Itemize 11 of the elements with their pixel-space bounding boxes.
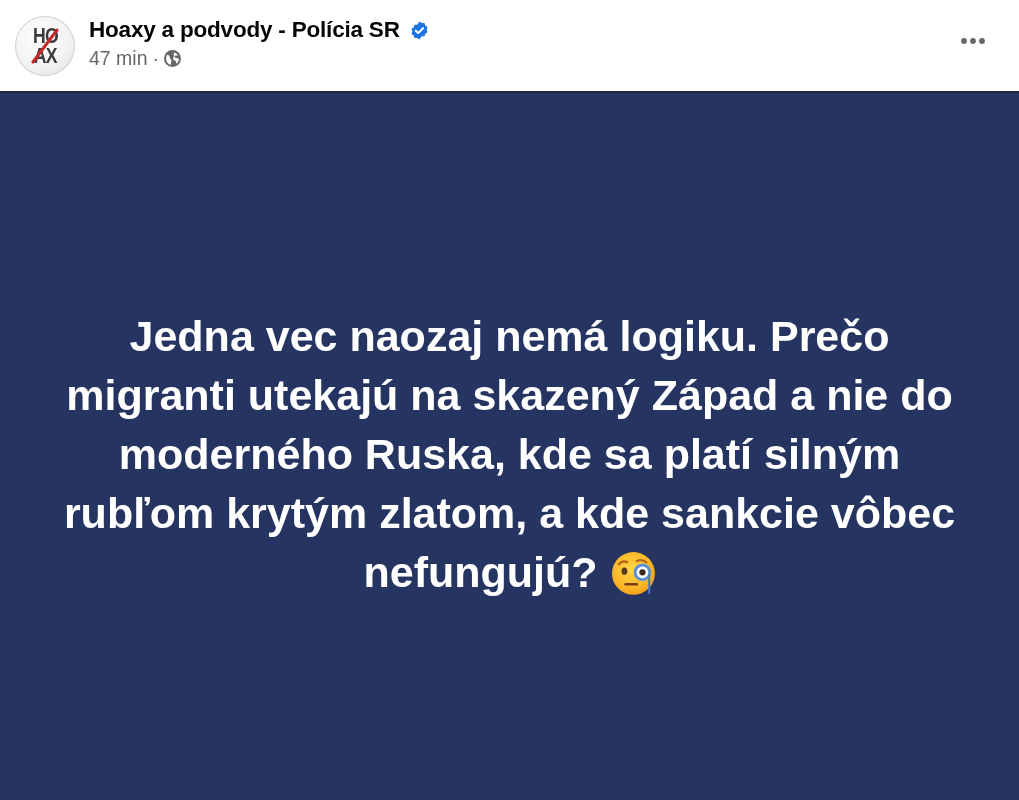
post-time[interactable]: 47 min — [89, 47, 148, 70]
post-text-line: moderného Ruska, kde sa platí silným — [118, 429, 901, 479]
post-text-line: Jedna vec naozaj nemá logiku. Prečo — [129, 311, 890, 361]
author-name[interactable]: Hoaxy a podvody - Polícia SR — [89, 17, 400, 43]
post-text-line: migranti utekajú na skazený Západ a nie do — [66, 370, 953, 420]
monocle-face-icon — [611, 552, 656, 596]
more-dots-icon — [961, 37, 985, 44]
meta-separator: · — [152, 47, 160, 70]
post-text-line: rubľom krytým zlatom, a kde sankcie vôbec — [63, 488, 956, 538]
globe-icon[interactable] — [164, 50, 182, 67]
post-text-line: nefungujú? — [363, 547, 598, 597]
